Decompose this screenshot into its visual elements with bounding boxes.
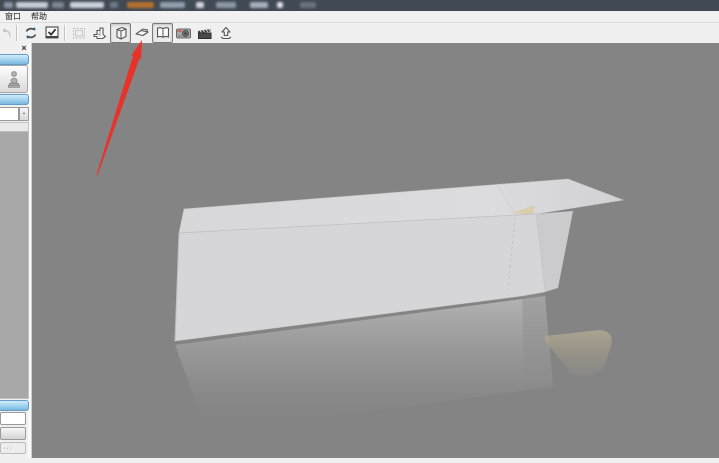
titlebar-blur-item (70, 2, 104, 8)
titlebar-blur-item (110, 2, 118, 8)
panel-dots-control[interactable]: ··· (0, 442, 26, 454)
titlebar-blur-item (4, 2, 13, 8)
refresh-model-button[interactable] (20, 23, 41, 43)
panel-group-header-mid[interactable] (0, 94, 29, 105)
wireframe-box-icon (68, 23, 89, 43)
carton-3d-render (32, 43, 719, 458)
toolbar-separator (64, 25, 66, 41)
viewport-3d[interactable] (32, 43, 719, 458)
titlebar-blur-item (127, 2, 154, 8)
titlebar-blur-item (277, 2, 283, 8)
panel-combobox-dropdown-button[interactable]: ▪ (19, 107, 29, 121)
unfolded-blank-button[interactable] (89, 23, 110, 43)
panel-group-header-bottom[interactable] (0, 400, 29, 411)
panel-content-header (0, 123, 28, 132)
statue-icon (6, 69, 22, 89)
open-preview-button[interactable] (152, 23, 173, 43)
panel-group-header-top[interactable] (0, 54, 29, 65)
titlebar-blur-item (16, 2, 48, 8)
menu-help[interactable]: 帮助 (26, 11, 52, 22)
toolbar-separator (16, 25, 18, 41)
fold-3d-box-button[interactable] (110, 23, 131, 43)
panel-text-input[interactable] (0, 412, 26, 425)
menubar: 窗口 帮助 (0, 11, 719, 23)
toolbar (0, 23, 719, 44)
titlebar-blur-item (160, 2, 185, 8)
menu-window[interactable]: 窗口 (0, 11, 26, 22)
publish-arrow-up-button[interactable] (215, 23, 236, 43)
snapshot-camera-button[interactable] (173, 23, 194, 43)
panel-combobox-field[interactable] (0, 107, 19, 121)
undo-curved-arrow-icon (0, 23, 14, 43)
panel-close-button[interactable]: × (19, 44, 29, 53)
window-titlebar (0, 0, 719, 11)
panel-content-area[interactable] (0, 122, 29, 399)
left-panel: × ▪ ··· (0, 43, 32, 458)
flat-sheet-button[interactable] (131, 23, 152, 43)
titlebar-blur-item (196, 2, 204, 8)
titlebar-blur-item (250, 2, 268, 8)
animation-clapperboard-button[interactable] (194, 23, 215, 43)
apply-check-button[interactable] (41, 23, 62, 43)
titlebar-blur-item (52, 2, 64, 8)
panel-action-button[interactable] (0, 427, 26, 440)
titlebar-blur-item (300, 2, 316, 8)
titlebar-blur-item (216, 2, 236, 8)
statue-tool-button[interactable] (0, 65, 28, 93)
